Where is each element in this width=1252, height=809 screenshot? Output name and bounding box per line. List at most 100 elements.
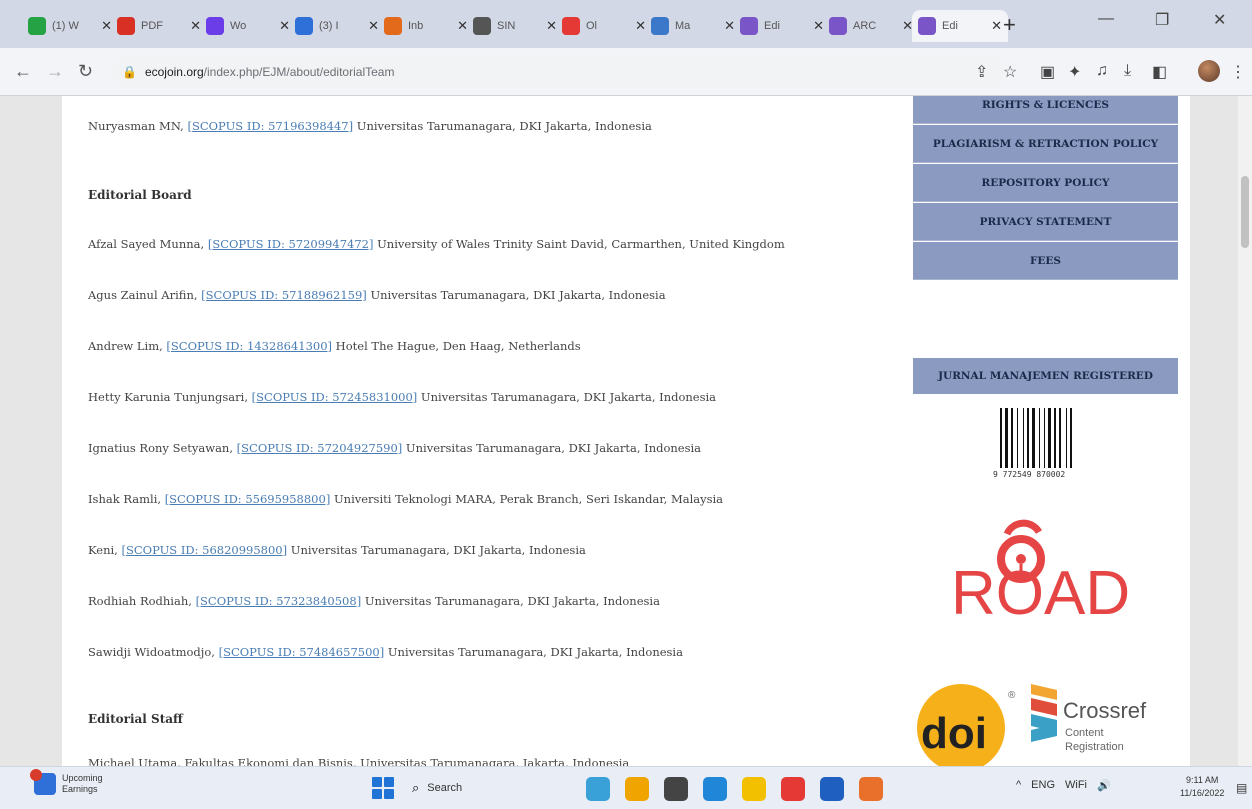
browser-tab[interactable]: (1) W ✕ [22,10,118,42]
editor-affiliation: Universitas Tarumanagara, DKI Jakarta, I… [402,441,702,455]
taskbar-app-edge-icon[interactable] [703,777,727,801]
tab-favicon-icon [206,17,224,35]
taskbar: Upcoming Earnings ⌕ Search ^ ENG WiFi 🔊 9… [0,766,1252,809]
scopus-link[interactable]: [SCOPUS ID: 57209947472] [208,237,374,251]
scopus-link[interactable]: [SCOPUS ID: 57484657500] [219,645,385,659]
taskbar-app-office-icon[interactable] [859,777,883,801]
taskbar-app-chrome-icon[interactable] [781,777,805,801]
browser-tab[interactable]: Ma ✕ [645,10,741,42]
editorial-board-heading: Editorial Board [88,188,192,202]
taskbar-app-files-icon[interactable] [586,777,610,801]
scopus-link[interactable]: [SCOPUS ID: 57204927590] [237,441,403,455]
forward-icon[interactable]: → [46,61,64,82]
editor-entry: Hetty Karunia Tunjungsari, [SCOPUS ID: 5… [88,390,716,404]
crossref-logo[interactable]: Crossref Content Registration [1031,684,1181,766]
profile-avatar[interactable] [1198,60,1220,82]
sidebar-menu-item[interactable]: PLAGIARISM & RETRACTION POLICY [913,125,1178,163]
sidebar-menu-item[interactable]: REPOSITORY POLICY [913,164,1178,202]
barcode-bar [1000,408,1002,468]
scopus-link[interactable]: [SCOPUS ID: 57323840508] [196,594,362,608]
clock[interactable]: 9:11 AM 11/16/2022 [1180,774,1224,800]
wifi-icon[interactable]: WiFi [1065,779,1087,792]
scopus-link[interactable]: [SCOPUS ID: 56820995800] [121,543,287,557]
editor-affiliation: Universitas Tarumanagara, DKI Jakarta, I… [361,594,660,608]
browser-tab[interactable]: ARC ✕ [823,10,919,42]
bookmark-star-icon[interactable]: ☆ [1003,62,1017,82]
browser-tab[interactable]: Edi ✕ [912,10,1008,42]
url-text[interactable]: ecojoin.org/index.php/EJM/about/editoria… [145,65,395,79]
new-tab-button[interactable]: + [1003,12,1016,38]
menu-kebab-icon[interactable]: ⋮ [1230,62,1246,82]
extension-icon[interactable]: ▣ [1040,62,1055,82]
barcode-bar [1027,408,1029,468]
editor-name: Ignatius Rony Setyawan, [88,441,237,455]
scopus-link[interactable]: [SCOPUS ID: 57245831000] [252,390,418,404]
sidepanel-icon[interactable]: ◧ [1152,62,1167,82]
taskbar-search[interactable]: ⌕ Search [404,775,484,801]
editor-entry: Nuryasman MN, [SCOPUS ID: 57196398447] U… [88,119,652,133]
tab-title: Ma [675,20,691,32]
clock-time: 9:11 AM [1186,775,1219,785]
doi-logo[interactable]: doi ® [913,678,1023,766]
browser-tab[interactable]: SIN ✕ [467,10,563,42]
barcode-bar [1005,408,1008,468]
browser-tab[interactable]: PDF ✕ [111,10,207,42]
reload-icon[interactable]: ↻ [78,61,93,82]
taskbar-app-outlook-icon[interactable] [820,777,844,801]
editorial-staff-heading: Editorial Staff [88,712,183,726]
news-widget-icon [30,769,56,795]
road-logo[interactable]: ROAD [943,514,1153,624]
pin-icon[interactable]: ✦ [1068,62,1081,82]
share-icon[interactable]: ⇪ [975,62,988,82]
scopus-link[interactable]: [SCOPUS ID: 57188962159] [201,288,367,302]
download-icon[interactable]: ⤓ [1124,62,1131,80]
taskbar-app-media-icon[interactable] [664,777,688,801]
url-host: ecojoin.org [144,65,204,79]
taskbar-app-chat-icon[interactable] [625,777,649,801]
editor-entry: Andrew Lim, [SCOPUS ID: 14328641300] Hot… [88,339,581,353]
tab-title: Inb [408,20,424,32]
language-indicator[interactable]: ENG [1031,779,1055,792]
editor-entry: Ishak Ramli, [SCOPUS ID: 55695958800] Un… [88,492,723,506]
scopus-link[interactable]: [SCOPUS ID: 57196398447] [187,119,353,133]
svg-text:®: ® [1008,690,1016,701]
tab-close-icon[interactable]: ✕ [991,18,1002,34]
media-icon[interactable]: ♫ [1096,62,1108,80]
editor-affiliation: Universitas Tarumanagara, DKI Jakarta, I… [287,543,586,557]
browser-tab[interactable]: (3) I ✕ [289,10,385,42]
maximize-button[interactable]: ❐ [1155,10,1169,30]
barcode-bar [1048,408,1051,468]
close-button[interactable]: ✕ [1213,10,1226,30]
browser-tab[interactable]: Inb ✕ [378,10,474,42]
browser-tab[interactable]: Ol ✕ [556,10,652,42]
scrollbar[interactable] [1238,96,1252,766]
page-content: Nuryasman MN, [SCOPUS ID: 57196398447] U… [62,96,1190,766]
sidebar-menu-item[interactable]: PRIVACY STATEMENT [913,203,1178,241]
jurnal-registered-header: JURNAL MANAJEMEN REGISTERED [913,358,1178,394]
crossref-title: Crossref [1063,698,1147,723]
tray-caret-icon[interactable]: ^ [1016,779,1021,792]
scopus-link[interactable]: [SCOPUS ID: 14328641300] [166,339,332,353]
address-toolbar: ← → ↻ 🔒 ecojoin.org/index.php/EJM/about/… [0,48,1252,96]
editor-entry: Agus Zainul Arifin, [SCOPUS ID: 57188962… [88,288,666,302]
sidebar-menu-item[interactable]: RIGHTS & LICENCES [913,96,1178,124]
volume-icon[interactable]: 🔊 [1097,779,1111,792]
browser-tab[interactable]: Edi ✕ [734,10,830,42]
taskbar-app-explorer-icon[interactable] [742,777,766,801]
start-button[interactable] [372,777,394,799]
editor-affiliation: University of Wales Trinity Saint David,… [373,237,785,251]
address-bar[interactable]: 🔒 ecojoin.org/index.php/EJM/about/editor… [110,57,1005,87]
news-widget[interactable]: Upcoming Earnings [30,769,103,795]
editor-entry: Ignatius Rony Setyawan, [SCOPUS ID: 5720… [88,441,701,455]
sidebar-menu-item[interactable]: FEES [913,242,1178,280]
notification-icon[interactable]: ▤ [1236,781,1247,795]
tab-favicon-icon [651,17,669,35]
barcode-bar [1070,408,1072,468]
minimize-button[interactable]: — [1098,10,1114,28]
scroll-thumb[interactable] [1241,176,1249,248]
tab-favicon-icon [829,17,847,35]
back-icon[interactable]: ← [14,61,32,82]
scopus-link[interactable]: [SCOPUS ID: 55695958800] [165,492,331,506]
browser-tab[interactable]: Wo ✕ [200,10,296,42]
tab-strip: (1) W ✕ PDF ✕ Wo ✕ (3) I ✕ Inb ✕ SIN ✕ Ol ✕ Ma ✕ Edi ✕ ARC… [0,0,1252,48]
